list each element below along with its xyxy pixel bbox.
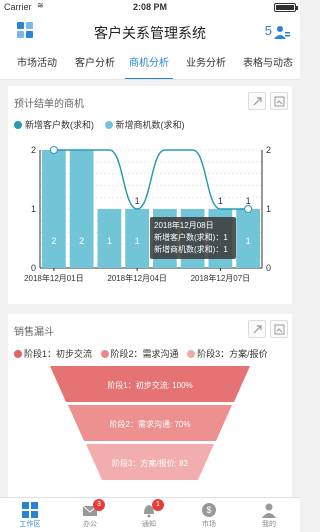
funnel-legend-item[interactable]: 阶段2：需求沟通: [100, 347, 179, 360]
bar-value-label: 2: [79, 236, 84, 246]
y-tick-label-right: 1: [266, 204, 271, 214]
expand-icon[interactable]: [248, 92, 266, 110]
notifications-badge: 1: [152, 499, 164, 511]
tabbar-item-notifications[interactable]: 1 通知: [124, 499, 174, 529]
tabbar-item-market[interactable]: $ 市场: [184, 502, 234, 529]
page-title: 客户关系管理系统: [94, 25, 206, 41]
settings-icon[interactable]: [270, 92, 288, 110]
tab-business-analysis[interactable]: 业务分析: [186, 50, 226, 79]
settings-icon[interactable]: [270, 320, 288, 338]
expand-icon[interactable]: [248, 320, 266, 338]
tab-tables-dynamics[interactable]: 表格与动态: [243, 50, 293, 79]
y-tick-label-right: 2: [266, 145, 271, 155]
bar-value-label: 1: [246, 236, 251, 246]
chart-tooltip: 2018年12月08日 新增客户数(求和)：1 新增商机数(求和)：1: [150, 217, 236, 259]
bar-value-label: 1: [135, 236, 140, 246]
market-icon: $: [201, 502, 217, 518]
funnel-chart[interactable]: 阶段1：初步交流: 100% 阶段2：需求沟通: 70% 阶段3：方案/报价: …: [8, 366, 292, 496]
legend-dot-icon: [14, 350, 22, 358]
tab-market-activity[interactable]: 市场活动: [17, 50, 57, 79]
y-tick-label-right: 0: [266, 263, 271, 273]
bar: [42, 150, 66, 268]
tooltip-line-opportunities: 新增商机数(求和)：1: [154, 245, 228, 254]
tab-customer-analysis[interactable]: 客户分析: [75, 50, 115, 79]
line-value-label: 1: [218, 196, 223, 206]
battery-icon: [274, 3, 298, 12]
legend-item-opportunities[interactable]: 新增商机数(求和): [104, 118, 185, 131]
funnel-legend-item[interactable]: 阶段1：初步交流: [14, 347, 92, 360]
funnel-card: 销售漏斗 阶段1：初步交流 阶段2：需求沟通 阶段3：方案/报价 阶段1：初步交…: [8, 314, 292, 497]
status-bar: Carrier ≋ 2:08 PM: [0, 0, 300, 14]
funnel-card-title: 销售漏斗: [14, 327, 54, 338]
y-tick-label-left: 1: [31, 204, 36, 214]
forecast-card: 预计结单的商机 新增客户数(求和) 新增商机数(求和) 0 0 1 1 2 2 2 2 1 1 1 1…: [8, 86, 292, 304]
funnel-legend-item[interactable]: 阶段3：方案/报价: [187, 347, 268, 360]
forecast-card-title: 预计结单的商机: [14, 99, 84, 110]
nav-badge-count[interactable]: 5: [265, 23, 272, 38]
x-tick-label: 2018年12月01日: [24, 273, 84, 283]
legend-dot-icon: [14, 121, 22, 129]
funnel-legend: 阶段1：初步交流 阶段2：需求沟通 阶段3：方案/报价: [14, 347, 274, 360]
legend-item-customers[interactable]: 新增客户数(求和): [14, 118, 94, 131]
svg-text:$: $: [206, 505, 211, 515]
legend-dot-icon: [104, 121, 113, 129]
x-tick-label: 2018年12月07日: [191, 273, 251, 283]
x-tick-label: 2018年12月04日: [107, 273, 167, 283]
mail-icon: 3: [82, 499, 105, 518]
y-tick-label-left: 0: [31, 263, 36, 273]
tab-strip: 市场活动 客户分析 商机分析 业务分析 表格与动态: [0, 50, 300, 80]
grid-icon: [22, 502, 38, 518]
nav-bar: 客户关系管理系统 5: [0, 14, 300, 50]
user-settings-icon[interactable]: [274, 24, 290, 40]
tabbar-item-office[interactable]: 3 办公: [65, 499, 115, 529]
tooltip-line-customers: 新增客户数(求和)：1: [154, 233, 228, 242]
line-point: [244, 205, 253, 213]
person-icon: [261, 502, 277, 518]
line-value-label: 1: [135, 196, 140, 206]
bottom-tab-bar: 工作区 3 办公 1 通知 $ 市场 我的: [0, 497, 300, 532]
tabbar-item-mine[interactable]: 我的: [244, 502, 294, 529]
tabbar-item-workspace[interactable]: 工作区: [5, 502, 55, 529]
legend-dot-icon: [100, 350, 109, 358]
bell-icon: 1: [141, 499, 164, 518]
bar-value-label: 1: [107, 236, 112, 246]
bar: [69, 150, 94, 268]
office-badge: 3: [93, 499, 105, 511]
bar-value-label: 2: [51, 236, 56, 246]
line-point: [49, 146, 58, 154]
legend-dot-icon: [187, 350, 196, 358]
status-time: 2:08 PM: [132, 2, 167, 12]
tooltip-date: 2018年12月08日: [154, 221, 214, 230]
line-value-label: 1: [246, 196, 251, 206]
tab-opportunity-analysis[interactable]: 商机分析: [125, 50, 173, 79]
funnel-label-3: 阶段3：方案/报价: 82: [112, 458, 189, 468]
y-tick-label-left: 2: [31, 145, 36, 155]
funnel-label-2: 阶段2：需求沟通: 70%: [110, 419, 191, 429]
funnel-label-1: 阶段1：初步交流: 100%: [107, 380, 192, 390]
chart-legend: 新增客户数(求和) 新增商机数(求和): [14, 118, 193, 131]
